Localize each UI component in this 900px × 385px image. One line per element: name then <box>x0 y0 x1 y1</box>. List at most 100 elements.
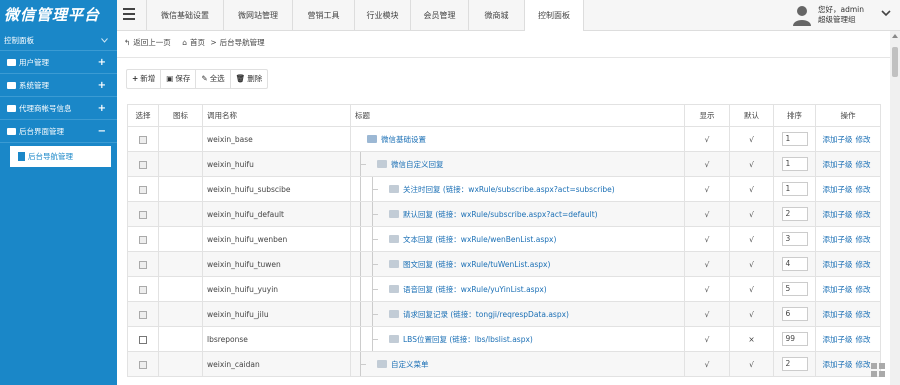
row-checkbox[interactable] <box>139 285 147 294</box>
actions-cell: 添加子级 修改 <box>815 276 881 302</box>
add-child-link[interactable]: 添加子级 <box>823 310 853 319</box>
sort-input[interactable]: 1 <box>781 182 808 196</box>
tab-marketing[interactable]: 营销工具 <box>292 0 354 31</box>
add-child-link[interactable]: 添加子级 <box>823 160 853 169</box>
edit-link[interactable]: 修改 <box>856 260 871 269</box>
tab-control-panel[interactable]: 控制面板 <box>524 0 584 31</box>
table-row: weixin_huifu_jilu 请求回复记录 (链接：tongji/reqr… <box>127 301 881 327</box>
call-name-cell: weixin_caidan <box>202 351 351 377</box>
edit-link[interactable]: 修改 <box>856 210 871 219</box>
home-link[interactable]: 首页 <box>190 38 205 47</box>
row-checkbox[interactable] <box>139 260 147 269</box>
add-child-link[interactable]: 添加子级 <box>823 260 853 269</box>
title-cell: 微信自定义回复 <box>350 151 685 177</box>
tab-micro-site[interactable]: 微网站管理 <box>223 0 292 31</box>
add-child-link[interactable]: 添加子级 <box>823 285 853 294</box>
sidebar-item-system[interactable]: 系统管理 + <box>0 74 117 97</box>
row-checkbox[interactable] <box>139 360 147 369</box>
chevron-down-icon[interactable] <box>880 7 892 19</box>
sort-input[interactable]: 4 <box>781 257 808 271</box>
sidebar-header[interactable]: 控制面板 <box>0 31 117 51</box>
edit-link[interactable]: 修改 <box>856 285 871 294</box>
icon-cell <box>158 351 203 377</box>
sort-input[interactable]: 2 <box>781 357 808 371</box>
sidebar-item-backend-ui[interactable]: 后台界面管理 − <box>0 120 117 143</box>
edit-link[interactable]: 修改 <box>856 335 871 344</box>
actions-cell: 添加子级 修改 <box>815 201 881 227</box>
default-cell: √ <box>729 201 774 227</box>
sidebar-subitem-nav-manage[interactable]: 后台导航管理 <box>10 146 111 167</box>
expand-icon: + <box>97 57 106 68</box>
tab-members[interactable]: 会员管理 <box>410 0 468 31</box>
breadcrumb-current: 后台导航管理 <box>219 38 265 47</box>
sort-input[interactable]: 1 <box>781 157 808 171</box>
nav-table: 选择 图标 调用名称 标题 显示 默认 排序 操作 weixin_base 微信… <box>127 104 881 377</box>
edit-link[interactable]: 修改 <box>856 360 871 369</box>
sort-input[interactable]: 2 <box>781 207 808 221</box>
icon-cell <box>158 276 203 302</box>
sort-cell: 6 <box>773 301 816 327</box>
row-checkbox[interactable] <box>139 310 147 319</box>
col-icon: 图标 <box>158 104 203 127</box>
select-cell <box>127 126 159 152</box>
sidebar-item-users[interactable]: 用户管理 + <box>0 51 117 74</box>
delete-button[interactable]: 🗑 删除 <box>231 70 268 88</box>
sort-input[interactable]: 6 <box>781 307 808 321</box>
add-child-link[interactable]: 添加子级 <box>823 335 853 344</box>
breadcrumb-separator: > <box>210 38 217 47</box>
grid-icon[interactable] <box>870 362 886 378</box>
add-child-link[interactable]: 添加子级 <box>823 135 853 144</box>
add-child-link[interactable]: 添加子级 <box>823 360 853 369</box>
row-checkbox[interactable] <box>139 160 147 169</box>
sort-input[interactable]: 5 <box>781 282 808 296</box>
add-child-link[interactable]: 添加子级 <box>823 185 853 194</box>
menu-toggle-icon[interactable] <box>123 8 135 22</box>
actions-cell: 添加子级 修改 <box>815 226 881 252</box>
sort-input[interactable]: 99 <box>781 332 808 346</box>
col-call-name: 调用名称 <box>202 104 351 127</box>
add-child-link[interactable]: 添加子级 <box>823 210 853 219</box>
table-row: weixin_huifu_default 默认回复 (链接：wxRule/sub… <box>127 201 881 227</box>
edit-link[interactable]: 修改 <box>856 310 871 319</box>
call-name-cell: weixin_huifu <box>202 151 351 177</box>
actions-cell: 添加子级 修改 <box>815 251 881 277</box>
select-all-button[interactable]: ✎ 全选 <box>196 70 231 88</box>
tab-wechat-basic[interactable]: 微信基础设置 <box>146 0 223 31</box>
sort-cell: 1 <box>773 126 816 152</box>
row-checkbox[interactable] <box>139 185 147 194</box>
edit-link[interactable]: 修改 <box>856 235 871 244</box>
save-button[interactable]: ▣ 保存 <box>161 70 197 88</box>
row-title: 文本回复 (链接：wxRule/wenBenList.aspx) <box>403 234 557 244</box>
vertical-scrollbar[interactable] <box>890 31 900 385</box>
edit-link[interactable]: 修改 <box>856 135 871 144</box>
folder-icon <box>389 259 399 268</box>
back-icon[interactable]: ↰ <box>124 38 130 47</box>
row-checkbox[interactable] <box>139 210 147 219</box>
show-cell: √ <box>684 201 730 227</box>
row-checkbox[interactable] <box>139 235 147 244</box>
avatar-icon <box>793 6 811 26</box>
sort-input[interactable]: 1 <box>781 132 808 146</box>
edit-link[interactable]: 修改 <box>856 160 871 169</box>
sort-input[interactable]: 3 <box>781 232 808 246</box>
back-link[interactable]: 返回上一页 <box>133 38 171 47</box>
user-menu[interactable]: 您好，admin 超级管理组 <box>790 3 900 29</box>
sidebar-item-agent[interactable]: 代理商帐号信息 + <box>0 97 117 120</box>
row-title: 语音回复 (链接：wxRule/yuYinList.aspx) <box>403 284 547 294</box>
call-name-cell: weixin_huifu_default <box>202 201 351 227</box>
call-name-cell: weixin_huifu_jilu <box>202 301 351 327</box>
trash-icon: 🗑 <box>235 74 246 83</box>
tab-industry[interactable]: 行业模块 <box>354 0 410 31</box>
row-checkbox[interactable] <box>139 135 147 144</box>
edit-link[interactable]: 修改 <box>856 185 871 194</box>
add-button[interactable]: + 新增 <box>127 70 162 88</box>
title-cell: 默认回复 (链接：wxRule/subscribe.aspx?act=defau… <box>350 201 685 227</box>
tab-micro-mall[interactable]: 微商城 <box>468 0 524 31</box>
add-child-link[interactable]: 添加子级 <box>823 235 853 244</box>
scroll-up-icon[interactable] <box>892 34 898 38</box>
row-checkbox[interactable] <box>139 335 147 344</box>
sort-cell: 1 <box>773 176 816 202</box>
default-cell: √ <box>729 301 774 327</box>
folder-icon <box>7 81 16 89</box>
scroll-thumb[interactable] <box>892 47 898 77</box>
